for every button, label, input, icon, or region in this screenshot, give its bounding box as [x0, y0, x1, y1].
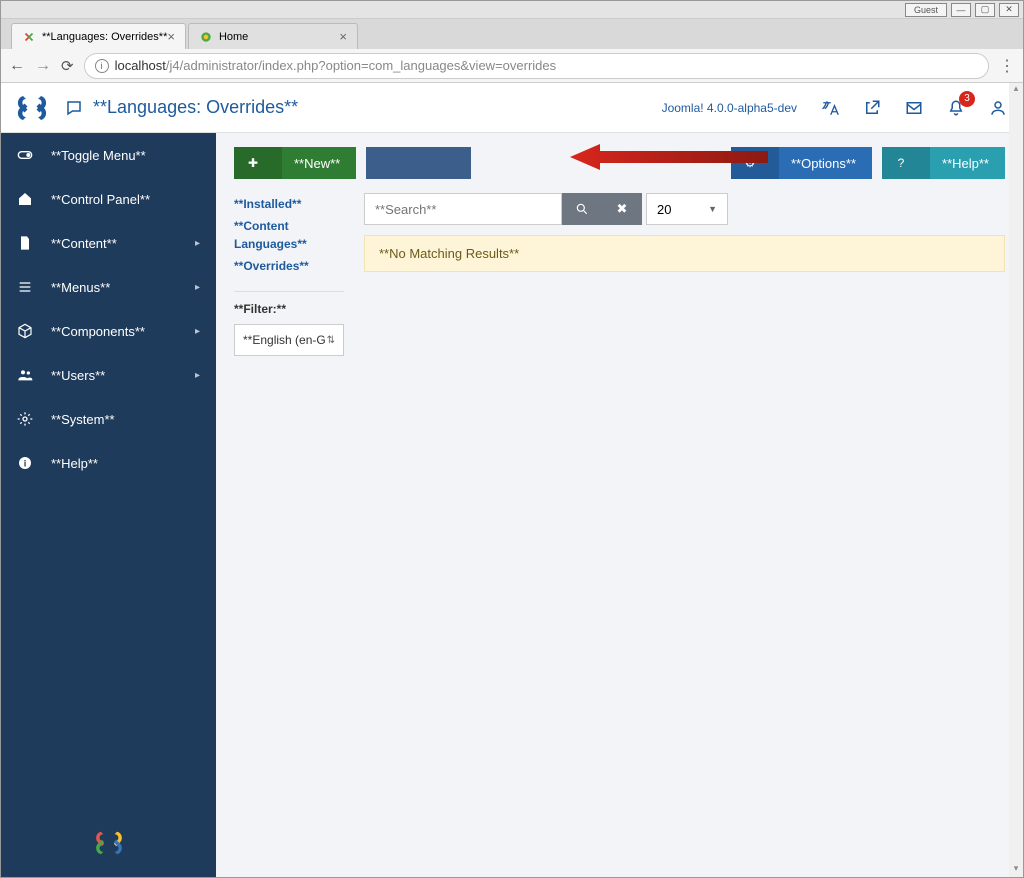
search-button[interactable] [562, 193, 602, 225]
button-label: **New** [294, 156, 340, 171]
sidebar-item-label: **Content** [51, 236, 117, 251]
browser-addressbar: ← → ⟳ i localhost/j4/administrator/index… [1, 49, 1023, 83]
toolbar: ✚ **New** Clear Cache ⚙ **Options** ? **… [234, 147, 1005, 179]
version-link[interactable]: Joomla! 4.0.0-alpha5-dev [662, 101, 797, 115]
chevron-right-icon: ▸ [195, 238, 200, 249]
url-input[interactable]: i localhost/j4/administrator/index.php?o… [84, 53, 989, 79]
browser-tab[interactable]: Home × [188, 23, 358, 49]
browser-tabbar: **Languages: Overrides** × Home × [1, 19, 1023, 49]
comment-icon [65, 99, 83, 117]
sidebar-item-control-panel[interactable]: **Control Panel** [1, 177, 216, 221]
filter-language-select[interactable]: **English (en-GB) Admin** ⇅ [234, 324, 344, 356]
users-icon [17, 367, 37, 383]
page-title: **Languages: Overrides** [93, 97, 298, 118]
notification-badge: 3 [959, 91, 975, 107]
subnav-link-overrides[interactable]: **Overrides** [234, 255, 344, 277]
sidebar-item-menus[interactable]: **Menus** ▸ [1, 265, 216, 309]
window-close[interactable]: ✕ [999, 3, 1019, 17]
tab-label: Home [219, 31, 248, 43]
button-label: **Help** [942, 156, 989, 171]
sidebar-item-content[interactable]: **Content** ▸ [1, 221, 216, 265]
subnav: **Installed** **Content Languages** **Ov… [234, 193, 344, 356]
button-label: **Options** [791, 156, 856, 171]
sidebar-item-label: **Components** [51, 324, 145, 339]
toggle-icon [17, 147, 37, 163]
joomla-favicon [22, 30, 36, 44]
sidebar-item-components[interactable]: **Components** ▸ [1, 309, 216, 353]
file-icon [17, 235, 37, 251]
language-icon[interactable] [821, 99, 839, 117]
sidebar-item-users[interactable]: **Users** ▸ [1, 353, 216, 397]
no-results-message: **No Matching Results** [364, 235, 1005, 272]
joomla-logo-icon[interactable] [17, 93, 47, 123]
limit-select[interactable]: 20 ▼ [646, 193, 728, 225]
main-content: ✚ **New** Clear Cache ⚙ **Options** ? **… [216, 133, 1023, 877]
list-icon [17, 279, 37, 295]
tab-close-icon[interactable]: × [167, 29, 175, 44]
scroll-up-icon[interactable]: ▴ [1014, 83, 1019, 97]
window-titlebar: Guest — ▢ ✕ [1, 1, 1023, 19]
info-icon: i [17, 455, 37, 471]
sidebar-item-label: **Control Panel** [51, 192, 150, 207]
select-value: **English (en-GB) Admin** [243, 333, 325, 347]
url-path: /j4/administrator/index.php?option=com_l… [166, 58, 556, 73]
browser-menu-icon[interactable]: ⋮ [999, 56, 1015, 76]
chevron-right-icon: ▸ [195, 326, 200, 337]
sidebar-item-label: **System** [51, 412, 115, 427]
svg-text:i: i [24, 458, 27, 468]
sidebar-item-label: **Menus** [51, 280, 110, 295]
external-link-icon[interactable] [863, 99, 881, 117]
site-info-icon[interactable]: i [95, 59, 109, 73]
scrollbar-vertical[interactable]: ▴ ▾ [1009, 83, 1023, 877]
new-button[interactable]: ✚ **New** [234, 147, 356, 179]
window-maximize[interactable]: ▢ [975, 3, 995, 17]
search-input[interactable] [364, 193, 562, 225]
chevron-right-icon: ▸ [195, 282, 200, 293]
search-icon [575, 202, 589, 216]
nav-back-icon[interactable]: ← [9, 57, 25, 75]
joomla-footer-logo-icon [93, 827, 125, 859]
bell-icon[interactable]: 3 [947, 99, 965, 117]
sidebar-item-label: **Toggle Menu** [51, 148, 146, 163]
scroll-down-icon[interactable]: ▾ [1014, 863, 1019, 877]
sidebar-item-label: **Users** [51, 368, 105, 383]
subnav-link-content-languages[interactable]: **Content Languages** [234, 215, 344, 255]
guest-button[interactable]: Guest [905, 3, 947, 17]
mail-icon[interactable] [905, 99, 923, 117]
plus-icon: ✚ [246, 156, 260, 170]
home-icon [17, 191, 37, 207]
filter-label: **Filter:** [234, 302, 344, 316]
tab-close-icon[interactable]: × [339, 29, 347, 44]
app-topbar: **Languages: Overrides** Joomla! 4.0.0-a… [1, 83, 1023, 133]
clear-cache-button[interactable]: Clear Cache [366, 147, 470, 179]
tab-label: **Languages: Overrides** [42, 31, 167, 43]
chevron-right-icon: ▸ [195, 370, 200, 381]
close-icon: ✖ [617, 201, 628, 217]
sidebar-item-system[interactable]: **System** [1, 397, 216, 441]
clear-search-button[interactable]: ✖ [602, 193, 642, 225]
sidebar-item-label: **Help** [51, 456, 98, 471]
divider [234, 291, 344, 292]
options-button[interactable]: ⚙ **Options** [731, 147, 872, 179]
sidebar-item-toggle-menu[interactable]: **Toggle Menu** [1, 133, 216, 177]
user-icon[interactable] [989, 99, 1007, 117]
url-host: localhost [115, 58, 166, 73]
select-caret-icon: ⇅ [327, 335, 335, 346]
reload-icon[interactable]: ⟳ [61, 57, 74, 75]
cube-icon [17, 323, 37, 339]
window-minimize[interactable]: — [951, 3, 971, 17]
gear-icon [17, 411, 37, 427]
select-value: 20 [657, 202, 671, 217]
browser-tab-active[interactable]: **Languages: Overrides** × [11, 23, 186, 49]
nav-forward-icon: → [35, 57, 51, 75]
help-button[interactable]: ? **Help** [882, 147, 1005, 179]
joomla-favicon [199, 30, 213, 44]
gear-icon: ⚙ [743, 156, 757, 170]
subnav-link-installed[interactable]: **Installed** [234, 193, 344, 215]
chevron-down-icon: ▼ [708, 204, 717, 214]
question-icon: ? [894, 156, 908, 170]
sidebar: **Toggle Menu** **Control Panel** **Cont… [1, 133, 216, 877]
sidebar-item-help[interactable]: i **Help** [1, 441, 216, 485]
